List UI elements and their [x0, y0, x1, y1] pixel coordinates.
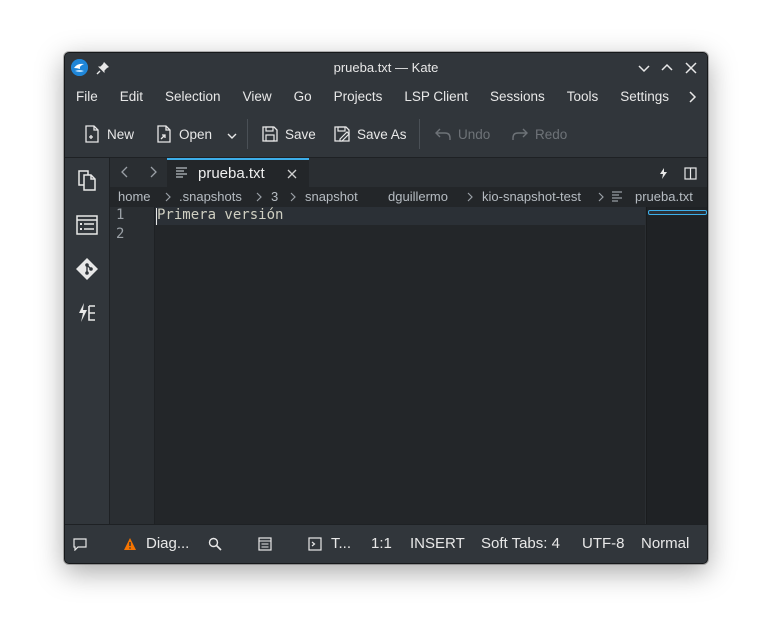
new-button-label: New — [107, 126, 135, 142]
code-line: Primera versión — [157, 207, 284, 223]
open-dropdown-chevron-icon[interactable] — [226, 130, 238, 142]
line-number: 2 — [116, 226, 125, 242]
chevron-right-icon — [598, 192, 604, 202]
list-icon — [76, 215, 98, 235]
open-button[interactable]: Open — [155, 124, 212, 144]
menu-go[interactable]: Go — [283, 83, 323, 111]
left-sidebar — [65, 158, 110, 524]
kate-window: prueba.txt — Kate File Edit Selection Vi… — [64, 52, 708, 564]
menu-file[interactable]: File — [65, 83, 109, 111]
menu-selection[interactable]: Selection — [154, 83, 232, 111]
tab-bar: prueba.txt — [110, 158, 707, 187]
new-document-icon — [85, 125, 99, 143]
close-icon — [685, 62, 697, 74]
open-button-label: Open — [179, 126, 213, 142]
chevron-down-icon — [638, 65, 650, 73]
split-view-icon[interactable] — [684, 167, 697, 180]
chevron-left-icon[interactable] — [119, 166, 131, 178]
breadcrumb-item-dguillermo[interactable]: dguillermo — [388, 189, 448, 204]
menu-settings[interactable]: Settings — [609, 83, 680, 111]
save-icon — [262, 126, 278, 142]
breadcrumb-item-snapshot[interactable]: snapshot — [305, 189, 358, 204]
menu-tools[interactable]: Tools — [556, 83, 610, 111]
minimap-viewport[interactable] — [648, 210, 707, 215]
line-number: 1 — [116, 207, 125, 223]
git-icon — [76, 258, 98, 280]
save-button-label: Save — [285, 126, 316, 142]
quick-open-icon[interactable] — [657, 167, 670, 180]
toolbar-separator — [419, 119, 420, 149]
new-button[interactable]: New — [83, 124, 134, 144]
projects-panel-button[interactable] — [75, 301, 99, 325]
undo-button[interactable]: Undo — [434, 124, 490, 144]
chevron-right-icon — [290, 192, 296, 202]
project-tree-icon — [79, 303, 95, 322]
window-title: prueba.txt — Kate — [333, 60, 439, 75]
menu-edit[interactable]: Edit — [109, 83, 154, 111]
documents-icon — [78, 170, 96, 191]
input-mode[interactable]: INSERT — [410, 535, 465, 552]
menu-view[interactable]: View — [232, 83, 283, 111]
breadcrumb-item-3[interactable]: 3 — [271, 189, 278, 204]
text-cursor — [156, 208, 157, 225]
close-window-button[interactable] — [684, 61, 698, 75]
menu-lsp-client[interactable]: LSP Client — [393, 83, 479, 111]
line-number-gutter: 1 2 — [110, 207, 155, 524]
chat-bubble-icon — [73, 538, 87, 551]
terminal-tab[interactable]: T... — [331, 535, 351, 552]
symbols-panel-button[interactable] — [75, 213, 99, 237]
save-button[interactable]: Save — [261, 124, 316, 144]
save-as-icon — [334, 126, 350, 142]
main-toolbar: New Open Save Save As Undo Redo — [65, 111, 707, 158]
chevron-up-icon — [661, 63, 673, 71]
tab-prueba-txt[interactable]: prueba.txt — [167, 158, 309, 187]
menu-projects[interactable]: Projects — [323, 83, 394, 111]
cursor-position[interactable]: 1:1 — [371, 535, 392, 552]
maximize-button[interactable] — [660, 61, 674, 75]
toolbar-separator — [247, 119, 248, 149]
minimize-button[interactable] — [637, 61, 651, 75]
chevron-right-icon — [467, 192, 473, 202]
text-document-icon — [176, 167, 187, 178]
search-icon[interactable] — [208, 537, 222, 551]
menu-bar: File Edit Selection View Go Projects LSP… — [65, 83, 707, 111]
syntax-mode-selector[interactable]: Normal — [641, 535, 689, 552]
warning-icon — [123, 537, 137, 551]
chevron-right-icon[interactable] — [147, 166, 159, 178]
close-tab-icon[interactable] — [287, 169, 297, 179]
undo-button-label: Undo — [458, 126, 491, 142]
breadcrumb-item-kio-snapshot-test[interactable]: kio-snapshot-test — [482, 189, 581, 204]
chevron-right-icon[interactable] — [685, 90, 699, 104]
title-bar: prueba.txt — Kate — [65, 53, 707, 83]
text-document-icon — [612, 191, 622, 202]
tab-label: prueba.txt — [198, 165, 265, 182]
redo-button[interactable]: Redo — [511, 124, 567, 144]
breadcrumb-item-home[interactable]: home — [118, 189, 151, 204]
breadcrumb-item-snapshots[interactable]: .snapshots — [179, 189, 242, 204]
messages-button[interactable] — [73, 537, 87, 551]
breadcrumb: home .snapshots 3 snapshot dguillermo ki… — [110, 187, 707, 207]
breadcrumb-item-file[interactable]: prueba.txt — [635, 189, 693, 204]
diagnostics-tab[interactable]: Diag... — [146, 535, 189, 552]
text-editor-area[interactable]: Primera versión — [155, 207, 645, 524]
menu-sessions[interactable]: Sessions — [479, 83, 556, 111]
save-as-button[interactable]: Save As — [333, 124, 407, 144]
git-panel-button[interactable] — [75, 257, 99, 281]
terminal-icon[interactable] — [308, 537, 322, 551]
encoding-selector[interactable]: UTF-8 — [582, 535, 625, 552]
documents-panel-button[interactable] — [75, 168, 99, 192]
status-bar: Diag... T... 1:1 INSERT Soft Tabs: 4 UTF… — [65, 524, 707, 563]
chevron-right-icon — [256, 192, 262, 202]
redo-button-label: Redo — [535, 126, 568, 142]
output-panel-icon[interactable] — [258, 537, 272, 551]
chevron-right-icon — [165, 192, 171, 202]
undo-icon — [435, 128, 451, 140]
minimap-scrollbar[interactable] — [646, 207, 707, 524]
indentation-settings[interactable]: Soft Tabs: 4 — [481, 535, 560, 552]
open-document-icon — [157, 125, 171, 143]
redo-icon — [512, 128, 528, 140]
save-as-button-label: Save As — [357, 126, 407, 142]
